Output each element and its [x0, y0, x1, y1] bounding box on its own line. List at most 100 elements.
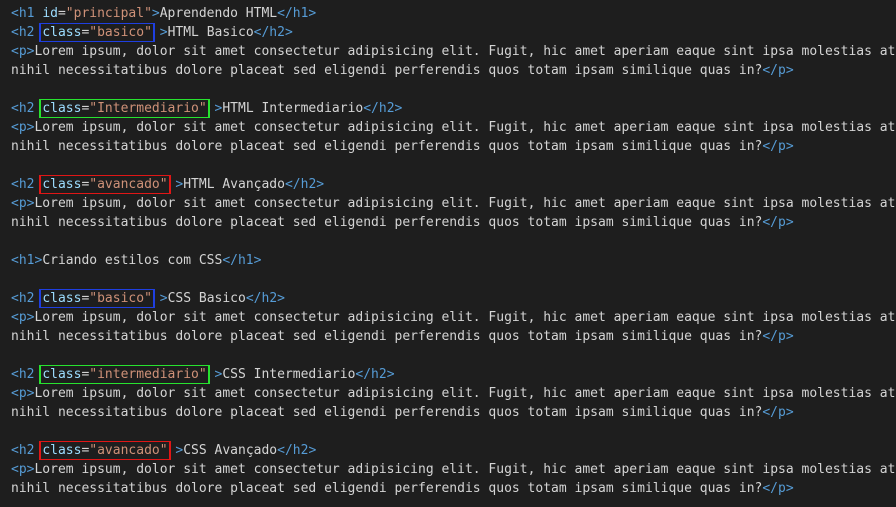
tag-end: </h2> [253, 25, 293, 40]
tag-open: <h2 [11, 367, 35, 382]
code-line-p-open: <p>Lorem ipsum, dolor sit amet consectet… [11, 308, 896, 327]
attr-value: "basico" [89, 291, 152, 306]
code-line-h2-css-basico: <h2 class="basico" >CSS Basico</h2> [11, 289, 896, 308]
heading-text: CSS Avançado [183, 443, 278, 458]
paragraph-text: nihil necessitatibus dolore placeat sed … [11, 329, 763, 344]
tag-close-bracket: > [151, 6, 160, 21]
attr-name: class [42, 443, 82, 458]
paragraph-text: nihil necessitatibus dolore placeat sed … [11, 405, 763, 420]
code-line-p-close: nihil necessitatibus dolore placeat sed … [11, 137, 896, 156]
paragraph-text: Lorem ipsum, dolor sit amet consectetur … [34, 462, 896, 477]
tag-end: </h1> [222, 253, 262, 268]
code-line-h2-html-intermediario: <h2 class="Intermediario" >HTML Intermed… [11, 99, 896, 118]
code-line-p-open: <p>Lorem ipsum, dolor sit amet consectet… [11, 384, 896, 403]
highlight-box-avancado: class="avancado" [39, 441, 171, 460]
paragraph-text: Lorem ipsum, dolor sit amet consectetur … [34, 196, 896, 211]
attr-value: "avancado" [89, 177, 168, 192]
tag-end: </h2> [284, 177, 325, 192]
tag-open: <h2 [11, 443, 35, 458]
tag-open: <h1 [11, 6, 35, 21]
code-line-h2-css-intermediario: <h2 class="intermediario" >CSS Intermedi… [11, 365, 896, 384]
highlight-box-basico: class="basico" [39, 289, 155, 308]
code-line-p-open: <p>Lorem ipsum, dolor sit amet consectet… [11, 118, 896, 137]
attr-name: class [42, 25, 82, 40]
tag-end: </p> [762, 215, 794, 230]
tag-open: <p> [11, 120, 35, 135]
tag-close-bracket: > [167, 177, 184, 192]
highlight-box-intermediario: class="Intermediario" [39, 99, 210, 118]
code-line-p-open: <p>Lorem ipsum, dolor sit amet consectet… [11, 42, 896, 61]
paragraph-text: nihil necessitatibus dolore placeat sed … [11, 481, 763, 496]
code-editor[interactable]: <h1 id="principal">Aprendendo HTML</h1> … [0, 0, 896, 507]
code-line-p-close: nihil necessitatibus dolore placeat sed … [11, 479, 896, 498]
paragraph-text: nihil necessitatibus dolore placeat sed … [11, 139, 763, 154]
code-line-p-open: <p>Lorem ipsum, dolor sit amet consectet… [11, 460, 896, 479]
code-line-h2-html-basico: <h2 class="basico" >HTML Basico</h2> [11, 23, 896, 42]
tag-end: </p> [762, 405, 794, 420]
tag-open: <h1> [11, 253, 43, 268]
heading-text: CSS Basico [167, 291, 246, 306]
code-line-p-close: nihil necessitatibus dolore placeat sed … [11, 61, 896, 80]
tag-close-bracket: > [167, 443, 184, 458]
code-line-h1-principal: <h1 id="principal">Aprendendo HTML</h1> [11, 4, 896, 23]
code-line-h2-css-avancado: <h2 class="avancado" >CSS Avançado</h2> [11, 441, 896, 460]
code-line-h1-css: <h1>Criando estilos com CSS</h1> [11, 251, 896, 270]
attr-value: "Intermediario" [89, 101, 207, 116]
attr-name: class [42, 177, 82, 192]
paragraph-text: Lorem ipsum, dolor sit amet consectetur … [34, 310, 896, 325]
heading-text: HTML Avançado [183, 177, 285, 192]
tag-end: </h2> [245, 291, 285, 306]
code-line-h2-html-avancado: <h2 class="avancado" >HTML Avançado</h2> [11, 175, 896, 194]
paragraph-text: Lorem ipsum, dolor sit amet consectetur … [34, 386, 896, 401]
tag-end: </h2> [363, 101, 403, 116]
tag-end: </p> [762, 481, 794, 496]
tag-close-bracket: > [151, 25, 168, 40]
heading-text: CSS Intermediario [222, 367, 356, 382]
paragraph-text: nihil necessitatibus dolore placeat sed … [11, 215, 763, 230]
heading-text: Aprendendo HTML [159, 6, 278, 21]
code-line-p-close: nihil necessitatibus dolore placeat sed … [11, 213, 896, 232]
tag-close-bracket: > [206, 101, 223, 116]
code-line-p-close: nihil necessitatibus dolore placeat sed … [11, 327, 896, 346]
tag-close-bracket: > [206, 367, 223, 382]
tag-open: <h2 [11, 101, 35, 116]
tag-open: <h2 [11, 291, 35, 306]
tag-open: <h2 [11, 25, 35, 40]
heading-text: Criando estilos com CSS [42, 253, 223, 268]
tag-open: <p> [11, 196, 35, 211]
tag-end: </h1> [277, 6, 317, 21]
tag-open: <h2 [11, 177, 35, 192]
attr-name: id [42, 6, 58, 21]
tag-end: </h2> [277, 443, 317, 458]
attr-value: "basico" [89, 25, 152, 40]
attr-name: class [42, 101, 82, 116]
heading-text: HTML Basico [167, 25, 254, 40]
tag-open: <p> [11, 462, 35, 477]
tag-open: <p> [11, 44, 35, 59]
code-line-p-close: nihil necessitatibus dolore placeat sed … [11, 403, 896, 422]
tag-open: <p> [11, 310, 35, 325]
attr-value: "intermediario" [89, 367, 207, 382]
tag-close-bracket: > [151, 291, 168, 306]
tag-end: </p> [762, 63, 794, 78]
paragraph-text: nihil necessitatibus dolore placeat sed … [11, 63, 763, 78]
tag-open: <p> [11, 386, 35, 401]
highlight-box-avancado: class="avancado" [39, 175, 171, 194]
attr-equals: = [57, 6, 66, 21]
heading-text: HTML Intermediario [222, 101, 364, 116]
attr-value: "principal" [65, 6, 152, 21]
paragraph-text: Lorem ipsum, dolor sit amet consectetur … [34, 44, 896, 59]
tag-end: </p> [762, 139, 794, 154]
highlight-box-intermediario: class="intermediario" [39, 365, 210, 384]
paragraph-text: Lorem ipsum, dolor sit amet consectetur … [34, 120, 896, 135]
attr-value: "avancado" [89, 443, 168, 458]
tag-end: </p> [762, 329, 794, 344]
attr-name: class [42, 291, 82, 306]
code-line-p-open: <p>Lorem ipsum, dolor sit amet consectet… [11, 194, 896, 213]
